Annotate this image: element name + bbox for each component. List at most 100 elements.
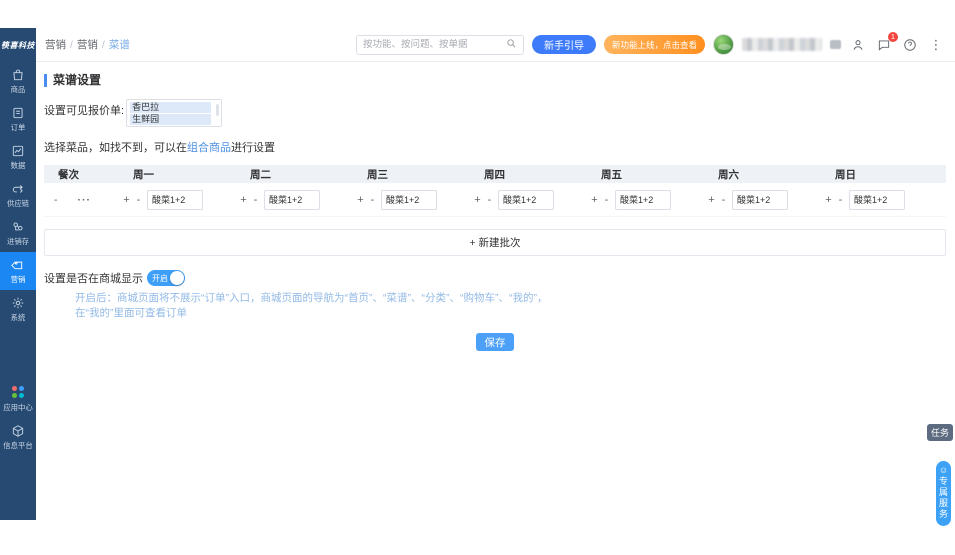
add-dish-button[interactable]: + [240,194,247,206]
row-more-icon[interactable]: ··· [78,194,92,206]
user-name-blurred[interactable] [742,38,822,51]
sidebar-item-supply-chain[interactable]: 供应链 [0,176,36,214]
remove-dish-button[interactable]: - [720,194,727,206]
add-dish-button[interactable]: + [708,194,715,206]
breadcrumb: 营销 / 营销 / 菜谱 [45,37,130,52]
new-batch-button[interactable]: + 新建批次 [44,229,946,256]
new-feature-button[interactable]: 新功能上线，点击查看 [603,35,705,54]
sidebar-item-orders[interactable]: 订单 [0,100,36,138]
breadcrumb-separator: / [101,38,105,51]
mealtime-cell: - ··· [48,194,123,206]
sidebar: 筷喜科技 商品 订单 数据 供应链 进销存 营销 系统 应用中心 信息平台 [0,28,36,520]
mall-display-label: 设置是否在商城显示 [44,273,143,285]
add-dish-button[interactable]: + [357,194,364,206]
toggle-knob [170,271,184,285]
remove-dish-button[interactable]: - [369,194,376,206]
screenshot-stage: 筷喜科技 商品 订单 数据 供应链 进销存 营销 系统 应用中心 信息平台 营销… [0,0,955,555]
sidebar-item-label: 应用中心 [3,403,33,412]
dish-input[interactable] [381,189,437,210]
chart-icon [11,143,25,158]
weekly-schedule-table: 餐次 周一 周二 周三 周四 周五 周六 周日 - ··· + - 酸菜1+2 … [44,165,946,217]
avatar[interactable] [713,34,734,55]
service-tab-label: 专属服务 [938,476,948,520]
column-header: 周六 [718,168,739,181]
top-bar: 营销 / 营销 / 菜谱 新手引导 新功能上线，点击查看 [36,28,955,62]
customer-service-tab[interactable]: ☺ 专属服务 [936,461,951,526]
remove-dish-button[interactable]: - [135,194,142,206]
day-cell-sat: + - [708,189,825,210]
message-badge: 1 [888,31,898,42]
quote-select[interactable]: 香巴拉 生鲜园 [126,99,223,127]
search-box [355,34,524,55]
remove-dish-button[interactable]: - [603,194,610,206]
sidebar-item-info-platform[interactable]: 信息平台 [0,418,36,456]
sidebar-item-label: 数据 [10,161,26,170]
add-dish-button[interactable]: + [123,194,130,206]
sidebar-item-system[interactable]: 系统 [0,290,36,328]
column-header: 周五 [601,168,622,181]
mall-display-toggle[interactable]: 开启 [147,270,185,286]
topbar-right: 新手引导 新功能上线，点击查看 1 ⋮ [355,31,945,55]
newbie-guide-button[interactable]: 新手引导 [531,35,596,54]
sidebar-item-marketing[interactable]: 营销 [0,252,36,290]
dish-input[interactable] [147,189,203,210]
mealtime-value: - [54,193,58,206]
save-row: 保存 [44,333,946,351]
sidebar-item-label: 营销 [10,275,26,284]
breadcrumb-item[interactable]: 营销 [77,37,98,52]
dish-input[interactable] [498,189,554,210]
remove-dish-button[interactable]: - [252,194,259,206]
sidebar-item-label: 进销存 [6,237,30,246]
combo-goods-link[interactable]: 组合商品 [187,142,231,154]
day-cell-wed: + - [357,189,474,210]
sidebar-item-goods[interactable]: 商品 [0,62,36,100]
brand-logo: 筷喜科技 [1,40,35,50]
main-content: 菜谱设置 设置可见报价单: 香巴拉 生鲜园 选择菜品，如找不到，可以在组合商品进… [36,62,955,520]
remove-dish-button[interactable]: - [486,194,493,206]
add-dish-button[interactable]: + [474,194,481,206]
add-dish-button[interactable]: + [825,194,832,206]
dish-input[interactable] [732,189,788,210]
column-header: 周日 [835,168,856,181]
schedule-row: - ··· + - + - + - [44,183,946,217]
day-cell-thu: + - [474,189,591,210]
page-title: 菜谱设置 [44,74,946,87]
messages-icon[interactable]: 1 [875,31,898,54]
order-icon [11,105,25,120]
quote-visibility-label: 设置可见报价单: [44,105,125,117]
quote-option[interactable]: 生鲜园 [130,114,212,125]
supply-chain-icon [11,181,25,196]
mall-hint-line2: 在“我的”里面可查看订单 [75,307,187,319]
dish-input[interactable] [264,189,320,210]
dish-tip-prefix: 选择菜品，如找不到，可以在 [44,142,187,154]
dish-input[interactable] [615,189,671,210]
column-header: 餐次 [58,168,79,181]
sidebar-item-inventory[interactable]: 进销存 [0,214,36,252]
search-icon[interactable] [506,36,517,54]
schedule-header-row: 餐次 周一 周二 周三 周四 周五 周六 周日 [44,165,946,183]
day-cell-sun: + - [825,189,942,210]
task-tab[interactable]: 任务 [926,424,953,441]
add-dish-button[interactable]: + [591,194,598,206]
column-header: 周一 [133,168,154,181]
app-window: 筷喜科技 商品 订单 数据 供应链 进销存 营销 系统 应用中心 信息平台 营销… [0,28,955,520]
marketing-tag-icon [11,257,25,272]
help-icon[interactable] [901,36,919,54]
day-cell-fri: + - [591,189,708,210]
quote-option[interactable]: 香巴拉 [130,102,212,113]
remove-dish-button[interactable]: - [837,194,844,206]
contact-icon[interactable] [849,36,867,54]
search-input[interactable] [362,39,506,50]
sidebar-item-label: 商品 [10,85,26,94]
sidebar-item-app-center[interactable]: 应用中心 [0,380,36,418]
sidebar-item-data[interactable]: 数据 [0,138,36,176]
breadcrumb-separator: / [70,38,73,51]
sidebar-item-label: 订单 [10,123,26,132]
smiley-icon: ☺ [938,465,949,475]
breadcrumb-item[interactable]: 营销 [45,37,66,52]
save-button[interactable]: 保存 [476,333,514,351]
more-menu-icon[interactable]: ⋮ [927,36,945,54]
mall-display-row: 设置是否在商城显示 开启 [44,270,946,286]
dish-input[interactable] [849,189,905,210]
